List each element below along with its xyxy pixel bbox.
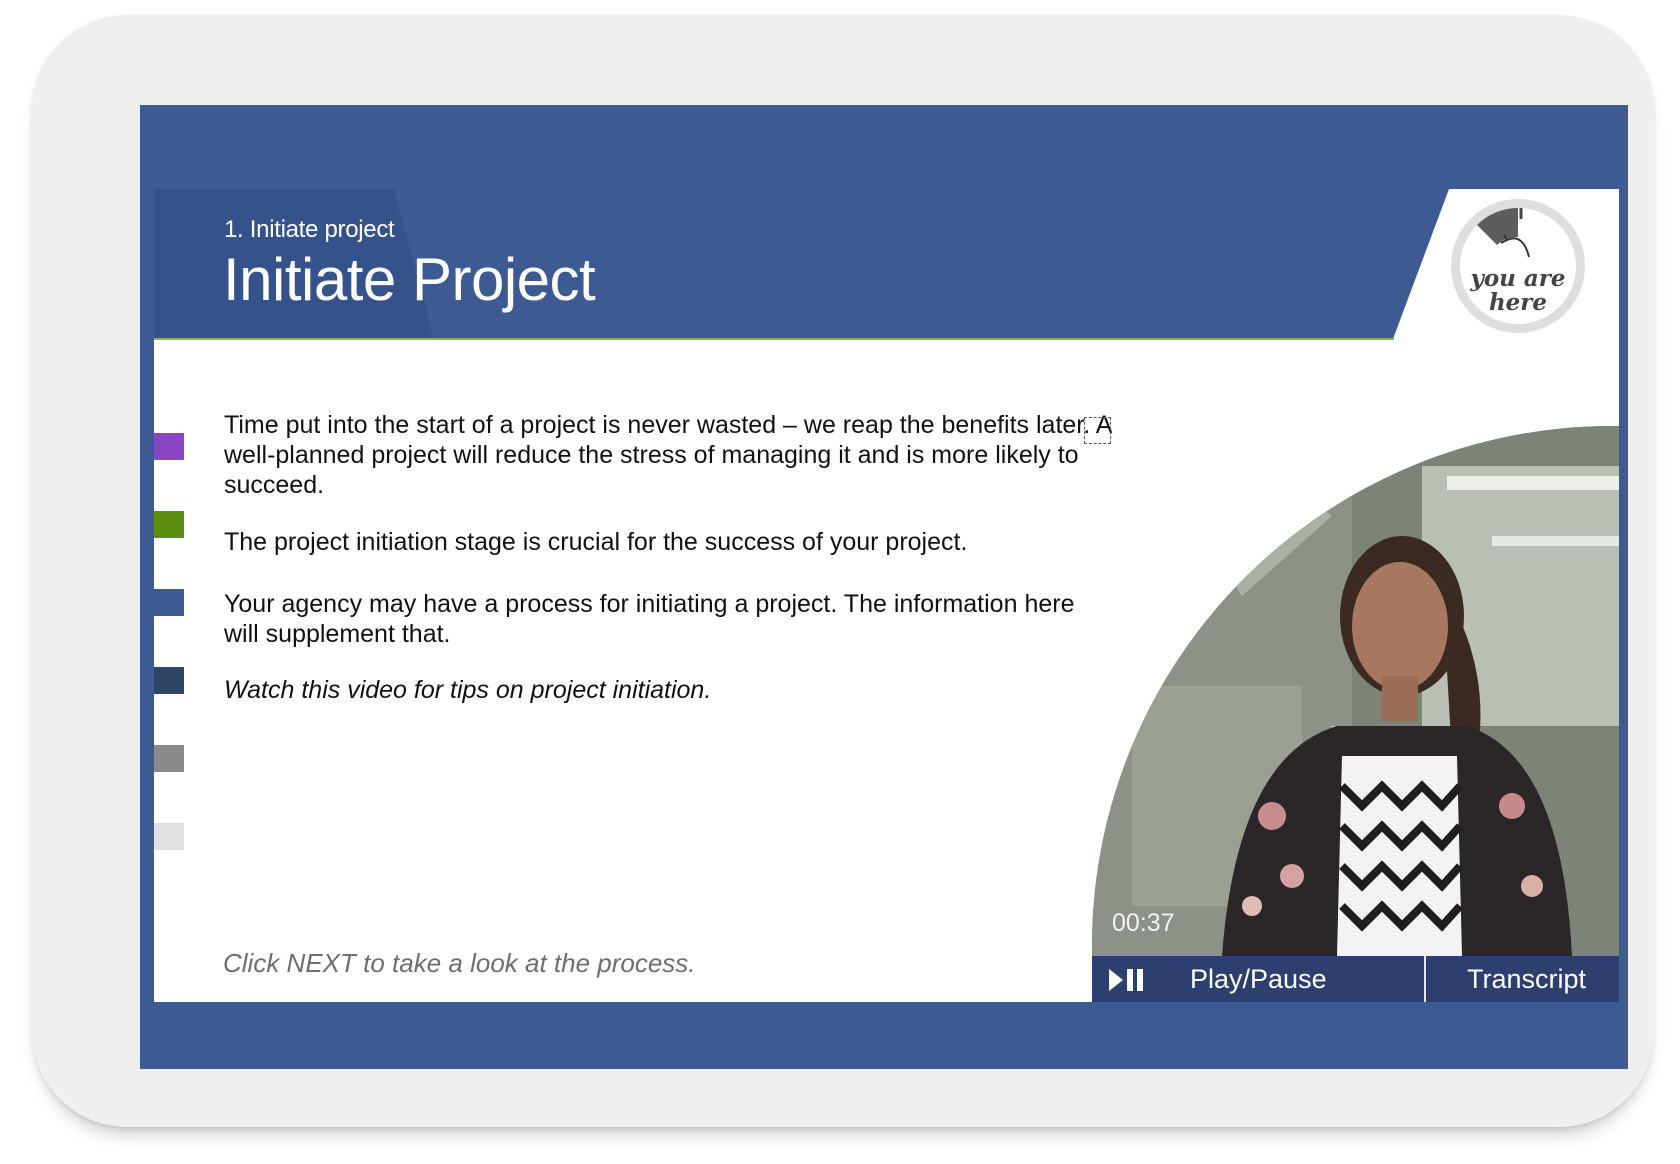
presenter-video-frame [1092,426,1619,956]
video-timestamp: 00:37 [1112,909,1175,937]
play-pause-icon [1109,969,1143,991]
transcript-label: Transcript [1467,964,1587,994]
you-are-here-badge: you are here [1449,197,1587,335]
tablet-frame: 1. Initiate project Initiate Project you… [32,15,1654,1127]
section-tab-2[interactable] [154,511,184,538]
intro-paragraph: Time put into the start of a project is … [224,411,1112,499]
breadcrumb: 1. Initiate project [224,216,395,243]
watch-video-paragraph: Watch this video for tips on project ini… [224,676,712,704]
section-tab-1[interactable] [154,433,184,460]
section-tab-6[interactable] [154,823,184,850]
video-controls: Play/Pause Transcript [1092,956,1619,1002]
section-tab-4[interactable] [154,667,184,694]
next-hint: Click NEXT to take a look at the process… [223,948,696,978]
initiation-paragraph: The project initiation stage is crucial … [224,528,968,556]
agency-paragraph: Your agency may have a process for initi… [224,590,1075,648]
course-player: 1. Initiate project Initiate Project you… [140,105,1628,1069]
section-tab-5[interactable] [154,745,184,772]
transcript-button[interactable]: Transcript [1426,956,1619,1002]
video-player[interactable]: 00:37 [1092,426,1619,956]
section-tab-3[interactable] [154,589,184,616]
play-pause-label: Play/Pause [1190,964,1327,994]
header-underline [154,338,1394,340]
badge-text: you are here [1470,265,1566,316]
slide: 1. Initiate project Initiate Project you… [154,189,1619,1002]
page-title: Initiate Project [223,246,596,313]
you-are-here-label: you are here [1449,267,1587,315]
play-pause-button[interactable]: Play/Pause [1092,956,1424,1002]
